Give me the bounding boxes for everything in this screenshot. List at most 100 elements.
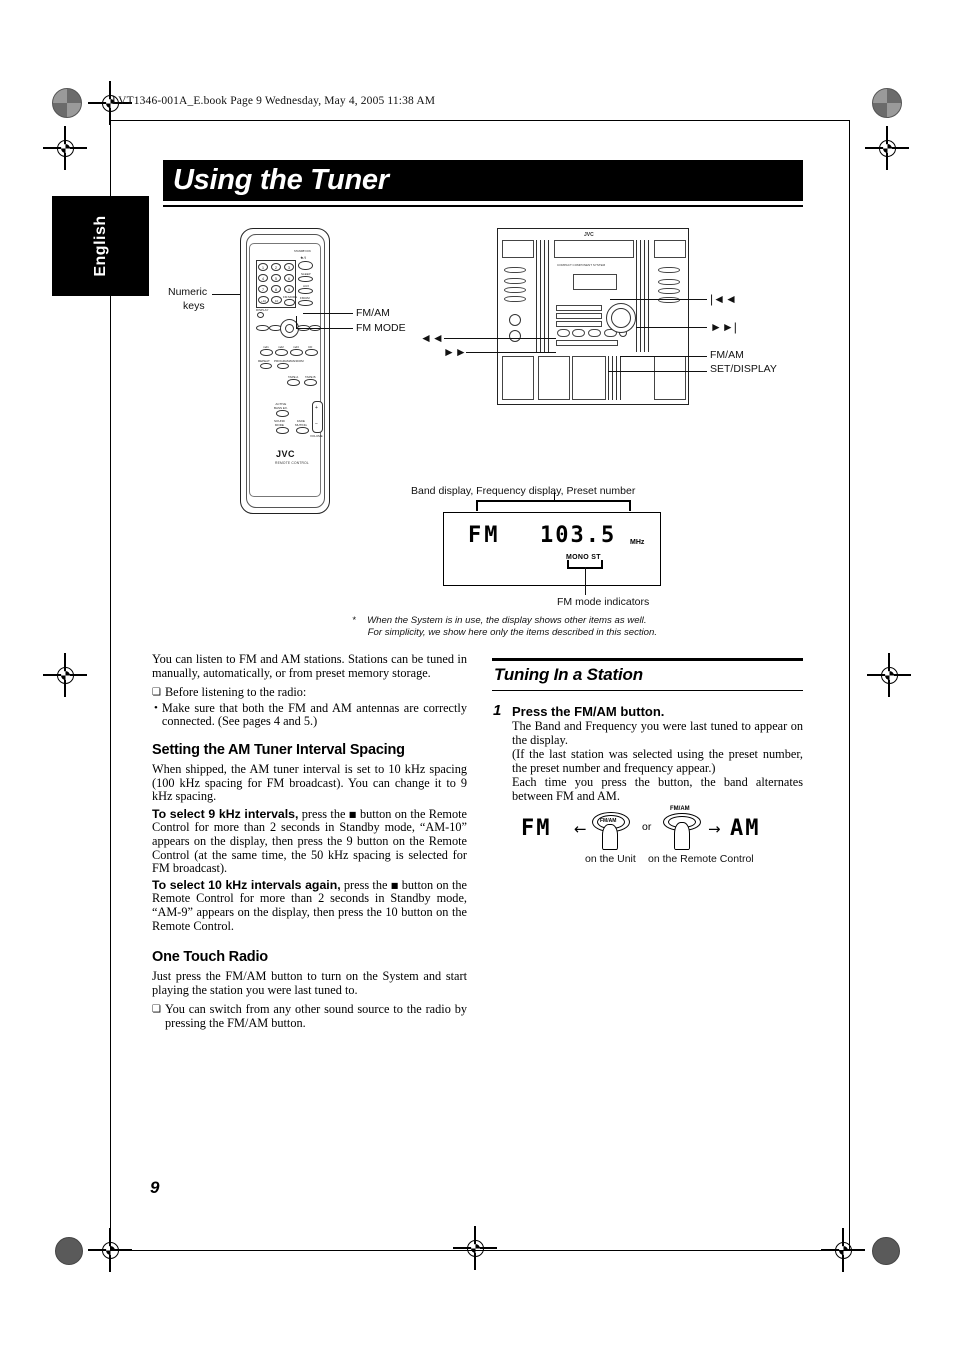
remote-rew-button[interactable] — [256, 325, 269, 331]
press-diagram-finger-remote — [674, 822, 690, 850]
main-unit-figure: JVC COMPACT COMPONENT SYSTEM — [497, 228, 689, 405]
unit-mid-button-3[interactable] — [588, 329, 601, 337]
remote-key-4[interactable]: 4 — [258, 274, 268, 282]
press-diagram-remote-button-label: FM/AM — [670, 806, 690, 812]
remote-key-1[interactable]: 1 — [258, 263, 268, 271]
right-section-heading: Tuning In a Station — [494, 665, 643, 684]
unit-slider-strip-1 — [556, 305, 602, 311]
unit-left-button-2[interactable] — [504, 278, 526, 284]
remote-key-9[interactable]: 9 — [284, 285, 294, 293]
select-10khz-paragraph: To select 10 kHz intervals again, press … — [152, 877, 467, 933]
unit-grille-left — [536, 240, 552, 352]
one-touch-bullet-row: ❏ You can switch from any other sound so… — [152, 1002, 467, 1030]
figure-footnote: * When the System is in use, the display… — [352, 615, 782, 639]
remote-fmam-button[interactable] — [298, 300, 313, 306]
remote-sleep-button[interactable] — [298, 276, 313, 282]
step1-paragraph-2: (If the last station was selected using … — [512, 747, 803, 775]
remote-key-7[interactable]: 7 — [258, 285, 268, 293]
leader-unit-set-display — [608, 371, 707, 372]
unit-bottom-left-bay — [502, 356, 534, 400]
unit-left-button-4[interactable] — [504, 296, 526, 302]
stop-button-icon: ■ — [348, 809, 357, 819]
press-diagram-finger-unit — [602, 824, 618, 850]
remote-md1-button[interactable] — [260, 349, 273, 356]
remote-key-8[interactable]: 8 — [271, 285, 281, 293]
language-tab: English — [52, 196, 149, 296]
remote-display-button[interactable] — [257, 312, 264, 318]
remote-aux-button[interactable] — [298, 288, 313, 294]
unit-set-display-strip — [556, 340, 618, 346]
press-diagram-or: or — [642, 821, 652, 833]
remote-active-bass-button[interactable] — [276, 410, 289, 417]
remote-fm-mode-button[interactable] — [284, 299, 295, 306]
manual-page: LVT1346-001A_E.book Page 9 Wednesday, Ma… — [0, 0, 954, 1351]
unit-left-knob-1[interactable] — [509, 314, 521, 326]
unit-left-button-3[interactable] — [504, 287, 526, 293]
remote-standby-button[interactable] — [298, 261, 313, 270]
unit-right-button-3[interactable] — [658, 288, 680, 294]
unit-cassette-bay — [538, 356, 570, 400]
remote-cd-button[interactable] — [305, 349, 318, 356]
remote-face: STANDBY/ON ★/I 1 2 3 4 5 6 7 8 9 +10 10 … — [249, 243, 323, 497]
unit-volume-knob-inner — [611, 308, 631, 328]
page-title-banner: Using the Tuner — [163, 160, 803, 201]
remote-md2-button[interactable] — [275, 349, 288, 356]
unit-grille-bottom — [608, 356, 624, 400]
press-diagram-am: AM — [730, 816, 761, 841]
unit-right-button-2[interactable] — [658, 279, 680, 285]
remote-key-10[interactable]: 10 — [271, 296, 282, 304]
display-bottom-label: FM mode indicators — [557, 596, 650, 608]
remote-volume-label: VOLUME — [310, 434, 323, 438]
checkbox-icon: ❏ — [152, 687, 161, 699]
step-1-title: Press the FM/AM button. — [512, 704, 665, 719]
remote-sound-mode-button[interactable] — [276, 427, 289, 434]
select-9khz-text-a: press the — [298, 806, 349, 821]
remote-md3-button[interactable] — [290, 349, 303, 356]
remote-standby-label: STANDBY/ON — [294, 250, 311, 253]
select-10khz-text-a: press the — [340, 877, 391, 892]
unit-cd-bay — [572, 356, 606, 400]
trim-line-right — [849, 120, 850, 1250]
remote-repeat-button[interactable] — [260, 363, 272, 369]
remote-program-label: PROGRAM/RANDOM — [274, 359, 304, 363]
callout-unit-next: ►►| — [710, 320, 737, 334]
press-diagram-fm: FM — [521, 816, 552, 841]
remote-tape-a-button[interactable] — [287, 379, 300, 386]
page-title: Using the Tuner — [173, 163, 389, 196]
unit-bottom-right-bay — [654, 356, 686, 400]
unit-right-button-1[interactable] — [658, 267, 680, 273]
remote-key-plus10[interactable]: +10 — [258, 296, 269, 304]
remote-sub-brand: REMOTE CONTROL — [275, 461, 309, 465]
select-9khz-paragraph: To select 9 kHz intervals, press the ■ b… — [152, 806, 467, 876]
remote-play-center[interactable] — [285, 324, 294, 333]
unit-mid-button-2[interactable] — [572, 329, 585, 337]
remote-fade-muting-button[interactable] — [296, 427, 309, 434]
footnote-marker: * — [352, 615, 356, 626]
callout-unit-prev: |◄◄ — [710, 292, 737, 306]
remote-brand-logo: JVC — [276, 449, 296, 459]
registration-circle-bottom-right — [872, 1237, 900, 1265]
remote-program-button[interactable] — [277, 363, 289, 369]
unit-left-knob-2[interactable] — [509, 330, 521, 342]
unit-left-button-1[interactable] — [504, 267, 526, 273]
leader-remote-fmam — [303, 313, 353, 314]
callout-remote-fm-am: FM/AM — [356, 307, 390, 319]
unit-mid-button-1[interactable] — [557, 329, 570, 337]
remote-key-2[interactable]: 2 — [271, 263, 281, 271]
leader-unit-prev — [610, 299, 707, 300]
unit-top-center-panel — [554, 240, 634, 258]
right-text-column: The Band and Frequency you were last tun… — [512, 719, 803, 804]
remote-key-6[interactable]: 6 — [284, 274, 294, 282]
registration-circle-bottom-left — [55, 1237, 83, 1265]
trim-line-top — [110, 120, 850, 121]
unit-right-button-4[interactable] — [658, 297, 680, 303]
unit-button-strip — [556, 321, 602, 327]
remote-key-3[interactable]: 3 — [284, 263, 294, 271]
remote-standby-symbol: ★/I — [300, 255, 306, 260]
remote-key-5[interactable]: 5 — [271, 274, 281, 282]
select-10khz-bold: To select 10 kHz intervals again, — [152, 877, 341, 892]
remote-tape-b-button[interactable] — [304, 379, 317, 386]
remote-volume-minus: − — [315, 421, 318, 427]
language-tab-label: English — [91, 215, 109, 277]
remote-volume-plus: + — [315, 405, 318, 411]
